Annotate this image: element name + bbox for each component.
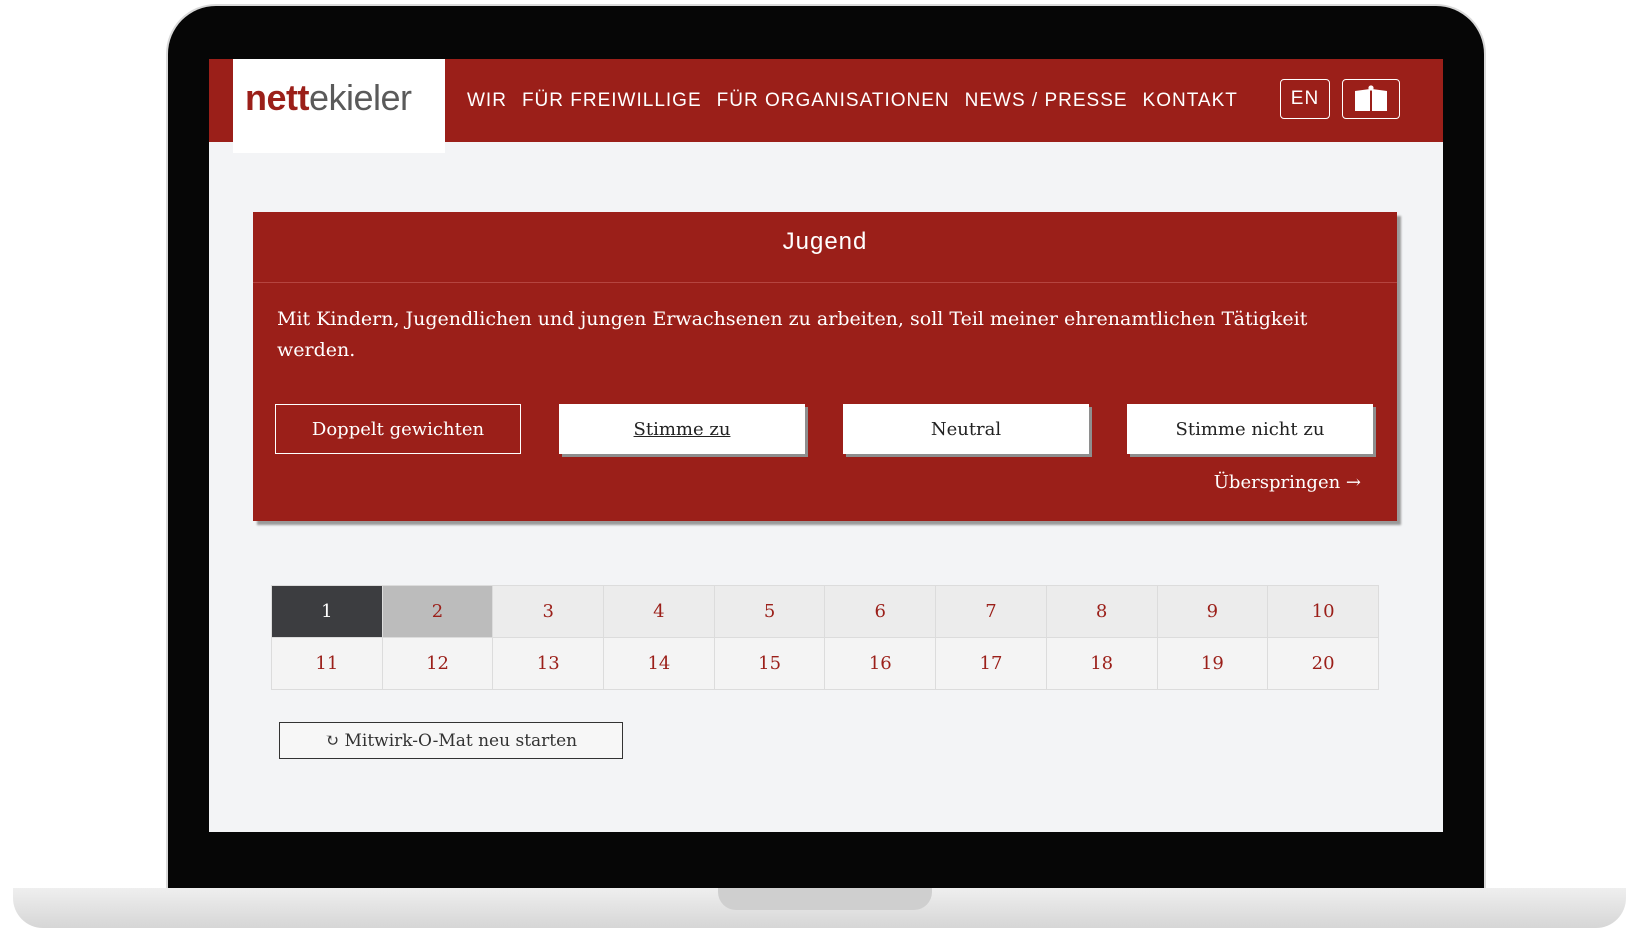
question-text: Mit Kindern, Jugendlichen und jungen Erw… <box>277 308 1308 361</box>
question-cell-4[interactable]: 4 <box>603 585 715 638</box>
question-cell-10[interactable]: 10 <box>1267 585 1379 638</box>
question-cell-17[interactable]: 17 <box>935 637 1047 690</box>
screen: nettekieler WIR FÜR FREIWILLIGE FÜR ORGA… <box>209 59 1443 832</box>
question-cell-7[interactable]: 7 <box>935 585 1047 638</box>
nav-item-news-presse[interactable]: NEWS / PRESSE <box>965 90 1128 112</box>
question-cell-1[interactable]: 1 <box>271 585 383 638</box>
logo-text: nettekieler <box>245 77 412 118</box>
laptop-notch <box>718 888 932 910</box>
disagree-button[interactable]: Stimme nicht zu <box>1127 404 1373 454</box>
question-cell-2[interactable]: 2 <box>381 585 494 638</box>
question-card: Jugend Mit Kindern, Jugendlichen und jun… <box>253 212 1397 521</box>
site-header: nettekieler WIR FÜR FREIWILLIGE FÜR ORGA… <box>209 59 1443 153</box>
neutral-button[interactable]: Neutral <box>843 404 1089 454</box>
nav-item-wir[interactable]: WIR <box>467 90 507 112</box>
question-cell-12[interactable]: 12 <box>381 637 494 690</box>
nav-item-kontakt[interactable]: KONTAKT <box>1143 90 1238 112</box>
easy-language-button[interactable] <box>1342 79 1400 119</box>
main-nav: WIR FÜR FREIWILLIGE FÜR ORGANISATIONEN N… <box>467 59 1253 142</box>
question-cell-14[interactable]: 14 <box>603 637 715 690</box>
question-cell-19[interactable]: 19 <box>1156 637 1269 690</box>
question-category: Jugend <box>253 212 1397 283</box>
nav-item-fuer-organisationen[interactable]: FÜR ORGANISATIONEN <box>717 90 950 112</box>
logo[interactable]: nettekieler <box>233 59 445 153</box>
question-cell-20[interactable]: 20 <box>1267 637 1379 690</box>
skip-link[interactable]: Überspringen → <box>1214 472 1361 493</box>
question-cell-5[interactable]: 5 <box>713 585 826 638</box>
question-cell-18[interactable]: 18 <box>1045 637 1158 690</box>
question-cell-9[interactable]: 9 <box>1156 585 1269 638</box>
restart-button[interactable]: ↻ Mitwirk-O-Mat neu starten <box>279 722 623 759</box>
question-cell-3[interactable]: 3 <box>492 585 605 638</box>
agree-button[interactable]: Stimme zu <box>559 404 805 454</box>
question-cell-8[interactable]: 8 <box>1045 585 1158 638</box>
nav-item-fuer-freiwillige[interactable]: FÜR FREIWILLIGE <box>522 90 702 112</box>
question-cell-16[interactable]: 16 <box>824 637 937 690</box>
book-icon <box>1355 85 1387 111</box>
question-navigator: 1 2 3 4 5 6 7 8 9 10 11 12 13 14 15 16 1… <box>271 585 1379 690</box>
question-cell-11[interactable]: 11 <box>271 637 383 690</box>
question-cell-15[interactable]: 15 <box>713 637 826 690</box>
question-cell-6[interactable]: 6 <box>824 585 937 638</box>
double-weight-button[interactable]: Doppelt gewichten <box>275 404 521 454</box>
language-button[interactable]: EN <box>1280 79 1330 119</box>
question-cell-13[interactable]: 13 <box>492 637 605 690</box>
